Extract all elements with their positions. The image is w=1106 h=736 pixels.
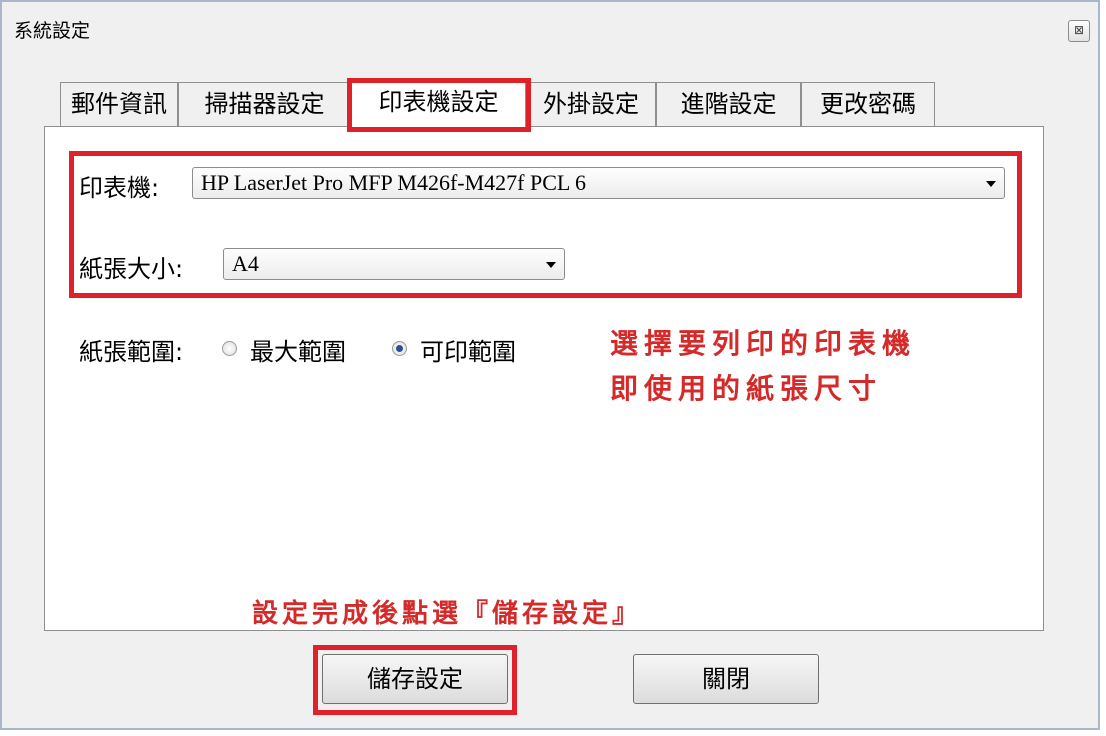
title-bar: 系統設定 ⊠: [2, 2, 1098, 58]
radio-printable-range-label[interactable]: 可印範圍: [420, 332, 516, 367]
chevron-down-icon: [546, 262, 556, 268]
tab-mail-info[interactable]: 郵件資訊: [60, 82, 178, 126]
radio-max-range[interactable]: [222, 341, 237, 356]
radio-max-range-label[interactable]: 最大範圍: [250, 332, 346, 367]
printer-select-value: HP LaserJet Pro MFP M426f-M427f PCL 6: [201, 170, 587, 195]
paper-size-select[interactable]: A4: [223, 248, 565, 280]
chevron-down-icon: [986, 181, 996, 187]
radio-printable-range[interactable]: [392, 341, 407, 356]
close-icon[interactable]: ⊠: [1068, 20, 1090, 42]
tab-plugin-settings[interactable]: 外掛設定: [526, 82, 656, 126]
save-button-highlight: [313, 645, 517, 715]
annotation-select-printer-line1: 選擇要列印的印表機: [610, 327, 917, 360]
paper-size-label: 紙張大小:: [79, 255, 184, 283]
active-tab-highlight: [347, 78, 531, 132]
paper-range-label: 紙張範圍:: [79, 338, 184, 366]
close-button[interactable]: 關閉: [633, 654, 819, 704]
annotation-select-printer-line2: 即使用的紙張尺寸: [610, 372, 883, 405]
tab-scanner-settings[interactable]: 掃描器設定: [178, 82, 351, 126]
printer-label: 印表機:: [79, 174, 160, 202]
printer-settings-panel: 印表機: HP LaserJet Pro MFP M426f-M427f PCL…: [44, 126, 1044, 631]
annotation-save-hint: 設定完成後點選『儲存設定』: [252, 599, 643, 629]
tab-advanced-settings[interactable]: 進階設定: [656, 82, 801, 126]
printer-select[interactable]: HP LaserJet Pro MFP M426f-M427f PCL 6: [192, 167, 1005, 199]
paper-size-select-value: A4: [232, 251, 259, 276]
tab-change-password[interactable]: 更改密碼: [801, 82, 935, 126]
window-title: 系統設定: [14, 20, 91, 42]
